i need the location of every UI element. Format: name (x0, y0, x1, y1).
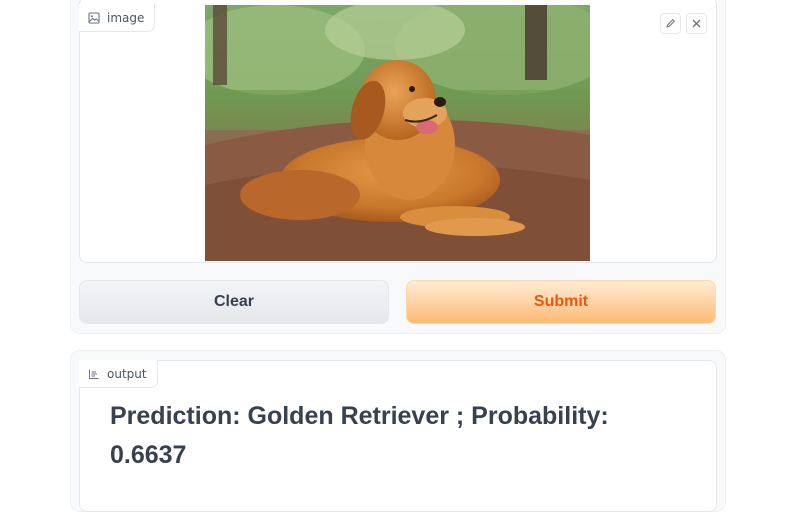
edit-image-button[interactable] (660, 13, 681, 34)
pencil-icon (665, 14, 676, 33)
clear-button[interactable]: Clear (79, 280, 389, 324)
uploaded-image (205, 5, 590, 261)
close-icon (691, 14, 702, 33)
image-panel-label: image (79, 4, 156, 32)
prediction-text: Prediction: Golden Retriever ; Probabili… (110, 402, 609, 469)
output-label-text: output (107, 366, 147, 381)
image-icon (88, 11, 100, 24)
remove-image-button[interactable] (686, 13, 707, 34)
output-panel-label: output (79, 360, 158, 388)
text-lines-icon (88, 368, 100, 380)
submit-button[interactable]: Submit (406, 280, 716, 324)
image-label-text: image (107, 10, 145, 25)
